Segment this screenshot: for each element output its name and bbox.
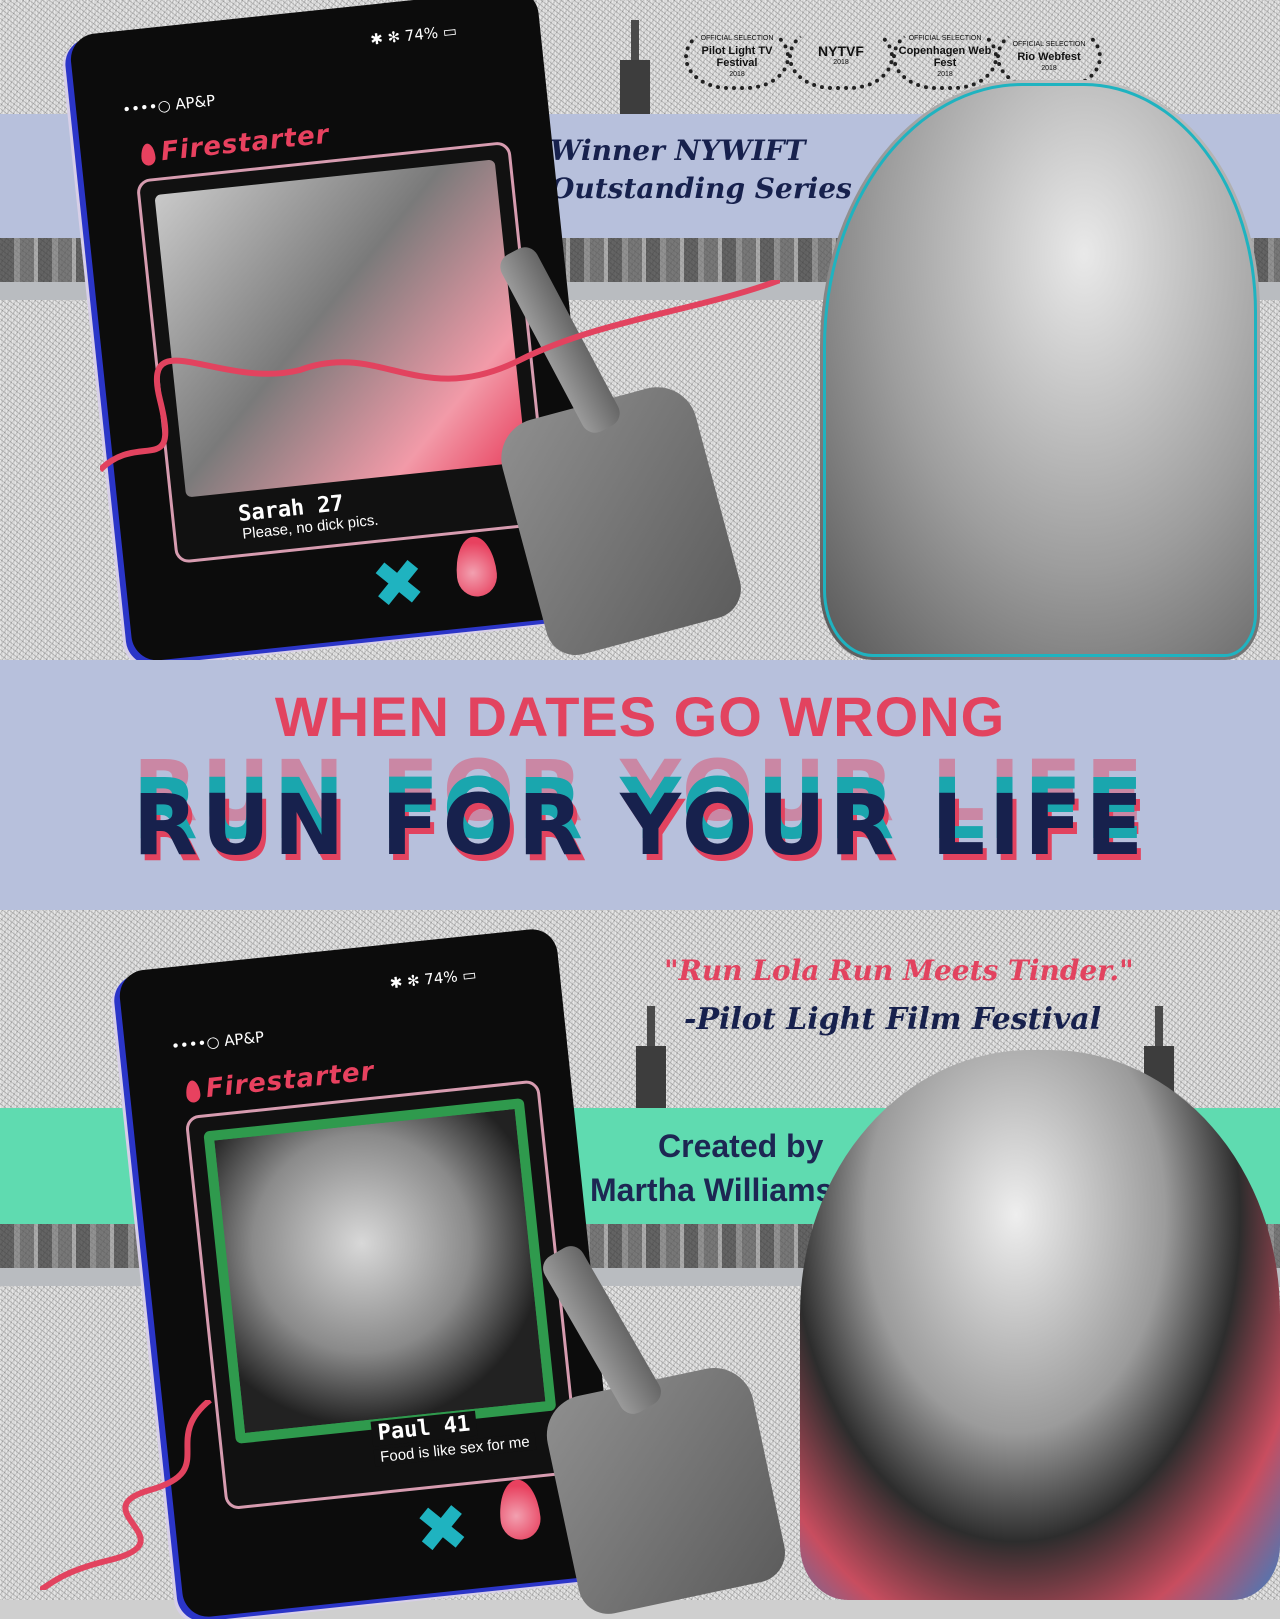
credit-line-2: Martha Williams <box>590 1172 834 1208</box>
flame-icon <box>184 1079 202 1103</box>
bottom-profile-card[interactable]: Paul 41 Food is like sex for me <box>184 1079 581 1511</box>
top-phone-battery: ✱ ✻ 74% ▭ <box>369 21 458 49</box>
flame-icon <box>140 142 157 166</box>
review-quote: "Run Lola Run Meets Tinder." <box>664 954 1134 987</box>
award-line-2: Outstanding Series <box>550 172 852 205</box>
credit-line-1: Created by <box>658 1128 824 1164</box>
man-photo <box>820 80 1260 660</box>
woman-photo <box>800 1050 1280 1600</box>
red-squiggle-bottom <box>40 1400 212 1590</box>
top-phone-carrier: ••••○ AP&P <box>121 91 217 119</box>
review-source: -Pilot Light Film Festival <box>684 1002 1102 1037</box>
like-flame-icon[interactable] <box>496 1477 543 1542</box>
profile-photo-paul <box>203 1097 557 1444</box>
red-squiggle-top <box>100 280 780 473</box>
reject-x-icon[interactable]: ✖ <box>412 1490 473 1569</box>
empire-state-building <box>620 20 650 114</box>
festival-laurel-pilot-light: OFFICIAL SELECTION Pilot Light TV Festiva… <box>684 24 790 90</box>
tagline: WHEN DATES GO WRONG <box>274 685 1006 748</box>
main-title: RUN FOR YOUR LIFE <box>132 776 1148 874</box>
bottom-phone-battery: ✱ ✻ 74% ▭ <box>388 965 478 993</box>
like-flame-icon[interactable] <box>452 534 500 599</box>
award-line-1: Winner NYWIFT <box>550 134 806 167</box>
festival-laurel-nytvf: NYTVF 2018 <box>788 24 894 90</box>
credit-text: Created by Martha Williams <box>590 1124 833 1212</box>
festival-laurel-copenhagen: OFFICIAL SELECTION Copenhagen Web Fest 201… <box>892 24 998 90</box>
award-text: Winner NYWIFT Outstanding Series <box>550 132 852 208</box>
reject-x-icon[interactable]: ✖ <box>368 545 429 624</box>
bottom-phone-carrier: ••••○ AP&P <box>170 1027 265 1056</box>
wooden-hand-bottom <box>539 1360 791 1619</box>
empire-state-building-left <box>636 1006 666 1108</box>
